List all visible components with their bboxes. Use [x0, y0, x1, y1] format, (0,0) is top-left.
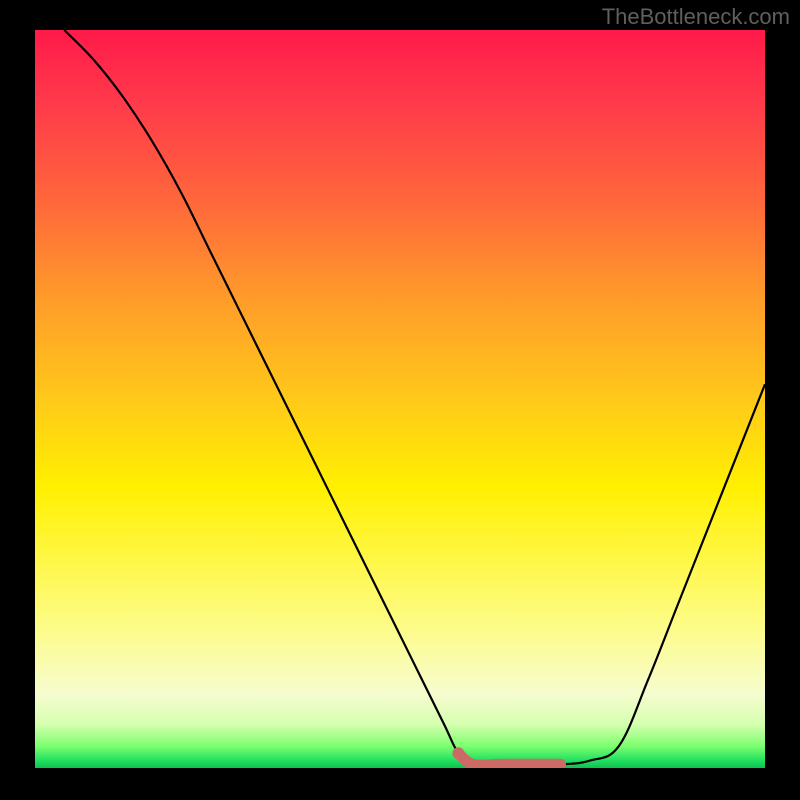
chart-svg [35, 30, 765, 768]
attribution-text: TheBottleneck.com [602, 4, 790, 30]
chart-plot-area [35, 30, 765, 768]
marker-dot [452, 747, 464, 759]
highlight-segment [458, 753, 560, 765]
bottleneck-curve-line [64, 30, 765, 765]
